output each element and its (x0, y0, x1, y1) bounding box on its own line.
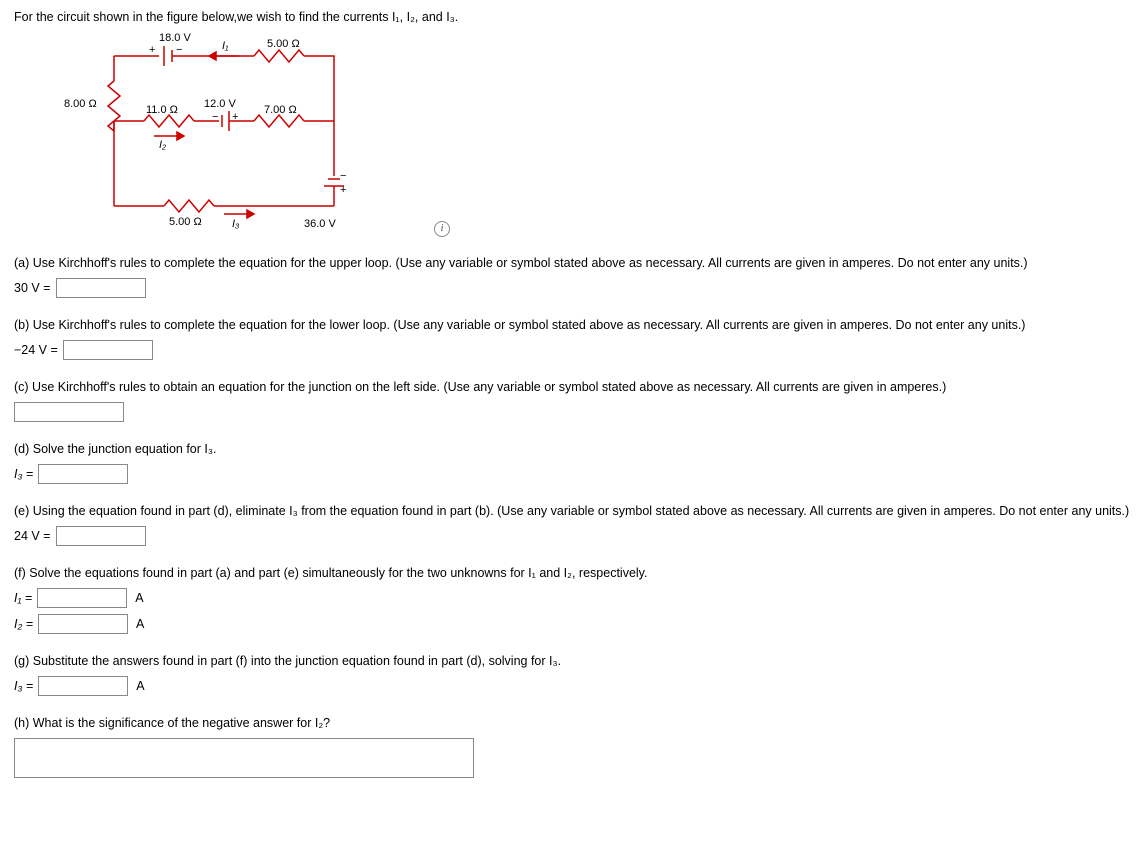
label-v-mid: 12.0 V (204, 98, 236, 110)
part-f-input1[interactable] (37, 588, 127, 608)
part-e-lhs: 24 V = (14, 529, 51, 543)
label-v-top: 18.0 V (159, 32, 191, 44)
part-f-lhs1: I₁ = (14, 591, 32, 605)
part-g-unit: A (136, 679, 144, 693)
part-g-input[interactable] (38, 676, 128, 696)
part-a-input[interactable] (56, 278, 146, 298)
part-f-unit1: A (135, 591, 143, 605)
part-d-input[interactable] (38, 464, 128, 484)
part-g-prompt: (g) Substitute the answers found in part… (14, 654, 1133, 668)
label-v-bot: 36.0 V (304, 218, 336, 230)
label-r-left: 8.00 Ω (64, 98, 97, 110)
label-minus-bot: − (340, 170, 346, 182)
part-d-lhs: I₃ = (14, 467, 33, 481)
label-plus-bot: + (340, 184, 346, 196)
label-r-midleft: 11.0 Ω (146, 104, 178, 116)
label-minus-mid: − (212, 111, 218, 123)
part-a-prompt: (a) Use Kirchhoff's rules to complete th… (14, 256, 1133, 270)
part-f-prompt: (f) Solve the equations found in part (a… (14, 566, 1133, 580)
part-f-lhs2: I₂ = (14, 617, 33, 631)
label-i2: I₂ (159, 139, 166, 151)
part-h-input[interactable] (14, 738, 474, 778)
part-g-lhs: I₃ = (14, 679, 33, 693)
part-h-prompt: (h) What is the significance of the nega… (14, 716, 1133, 730)
label-plus: + (149, 44, 155, 56)
part-c-prompt: (c) Use Kirchhoff's rules to obtain an e… (14, 380, 1133, 394)
circuit-diagram: 8.00 Ω 18.0 V + − I₁ 5.00 Ω 11.0 Ω 12.0 … (74, 36, 414, 236)
label-plus-mid: + (232, 111, 238, 123)
part-b-lhs: −24 V = (14, 343, 58, 357)
part-b-input[interactable] (63, 340, 153, 360)
part-b-prompt: (b) Use Kirchhoff's rules to complete th… (14, 318, 1133, 332)
part-c-input[interactable] (14, 402, 124, 422)
info-icon[interactable]: i (434, 221, 450, 237)
label-r-bot: 5.00 Ω (169, 216, 202, 228)
part-f-input2[interactable] (38, 614, 128, 634)
label-r-top: 5.00 Ω (267, 38, 300, 50)
label-i1: I₁ (222, 40, 229, 52)
part-d-prompt: (d) Solve the junction equation for I₃. (14, 442, 1133, 456)
part-f-unit2: A (136, 617, 144, 631)
part-e-input[interactable] (56, 526, 146, 546)
label-r-midright: 7.00 Ω (264, 104, 297, 116)
problem-intro: For the circuit shown in the figure belo… (14, 10, 1133, 24)
part-e-prompt: (e) Using the equation found in part (d)… (14, 504, 1133, 518)
part-a-lhs: 30 V = (14, 281, 51, 295)
label-minus: − (176, 44, 182, 56)
label-i3: I₃ (232, 218, 239, 230)
